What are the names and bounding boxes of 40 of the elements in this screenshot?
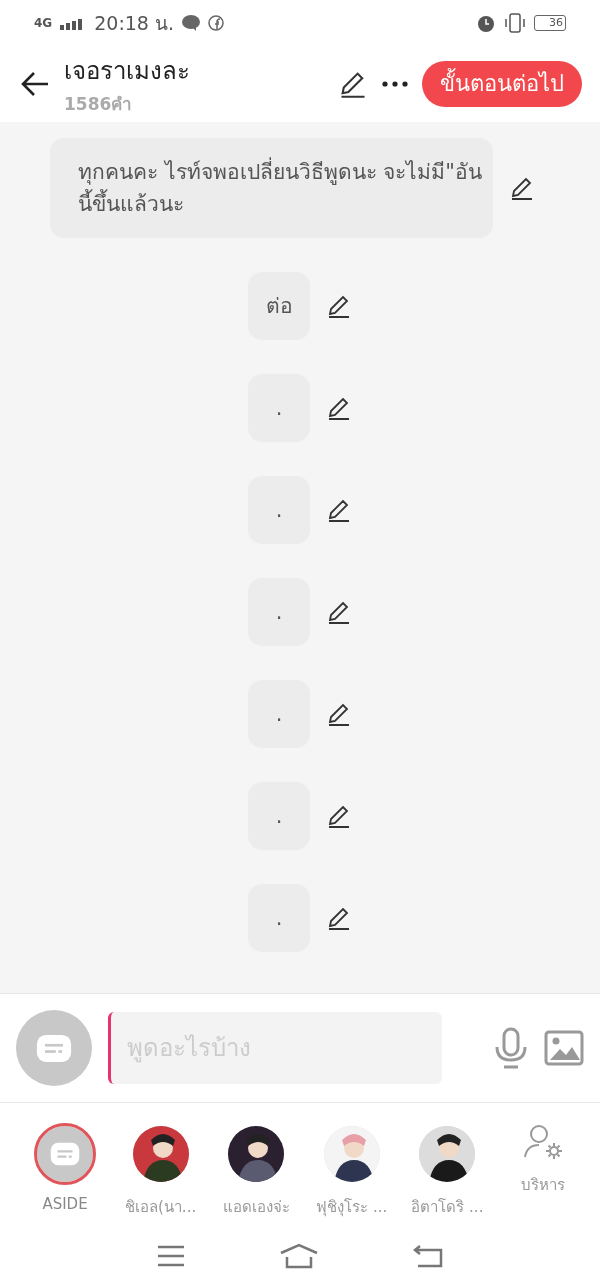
pencil-icon[interactable] [326, 395, 352, 421]
pencil-icon[interactable] [326, 293, 352, 319]
character-tab[interactable]: ASIDE [20, 1123, 110, 1213]
story-title: เจอราเมงละ [64, 55, 191, 87]
message-bubble: ต่อ [248, 272, 310, 340]
more-icon[interactable] [382, 80, 408, 87]
next-step-button[interactable]: ขั้นตอนต่อไป [422, 60, 582, 107]
pencil-icon[interactable] [326, 905, 352, 931]
pencil-icon[interactable] [326, 497, 352, 523]
pencil-icon[interactable] [326, 803, 352, 829]
character-tab[interactable]: บริหาร [497, 1123, 588, 1197]
network-label: 4G [34, 15, 53, 30]
home-button[interactable] [279, 1243, 319, 1269]
image-icon[interactable] [544, 1030, 584, 1066]
message-bubble: . [248, 476, 310, 544]
clock-time: 20:18 น. [94, 10, 175, 36]
chat-bubble-icon [182, 14, 201, 31]
pencil-icon[interactable] [326, 599, 352, 625]
character-tab[interactable]: ชิเอล(นา... [115, 1123, 206, 1219]
chat-icon [36, 1033, 72, 1063]
menu-button[interactable] [156, 1245, 187, 1267]
message-bubble: . [248, 578, 310, 646]
chat-icon [50, 1142, 80, 1166]
pencil-icon[interactable] [326, 701, 352, 727]
message-bubble: . [248, 680, 310, 748]
word-count: 1586คำ [64, 92, 134, 116]
message-bubble: . [248, 884, 310, 952]
vibrate-icon [504, 12, 526, 33]
narration-bubble: ทุกคนคะ ไรท์จพอเปลี่ยนวิธีพูดนะ จะไม่มี"อันนี้ขึ้นแล้วนะ [50, 138, 493, 238]
character-tab[interactable]: ฟุชิงุโระ ... [306, 1123, 397, 1219]
character-tab[interactable]: อิตาโดริ ... [402, 1123, 493, 1219]
back-nav-button[interactable] [411, 1244, 444, 1268]
microphone-icon[interactable] [494, 1027, 528, 1069]
social-icon [208, 14, 225, 31]
pencil-icon[interactable] [509, 175, 535, 201]
message-bubble: . [248, 374, 310, 442]
message-bubble: . [248, 782, 310, 850]
character-tab[interactable]: แอดเองจ่ะ [211, 1123, 302, 1219]
back-button[interactable] [20, 70, 50, 97]
battery-indicator: 36 [534, 14, 566, 31]
